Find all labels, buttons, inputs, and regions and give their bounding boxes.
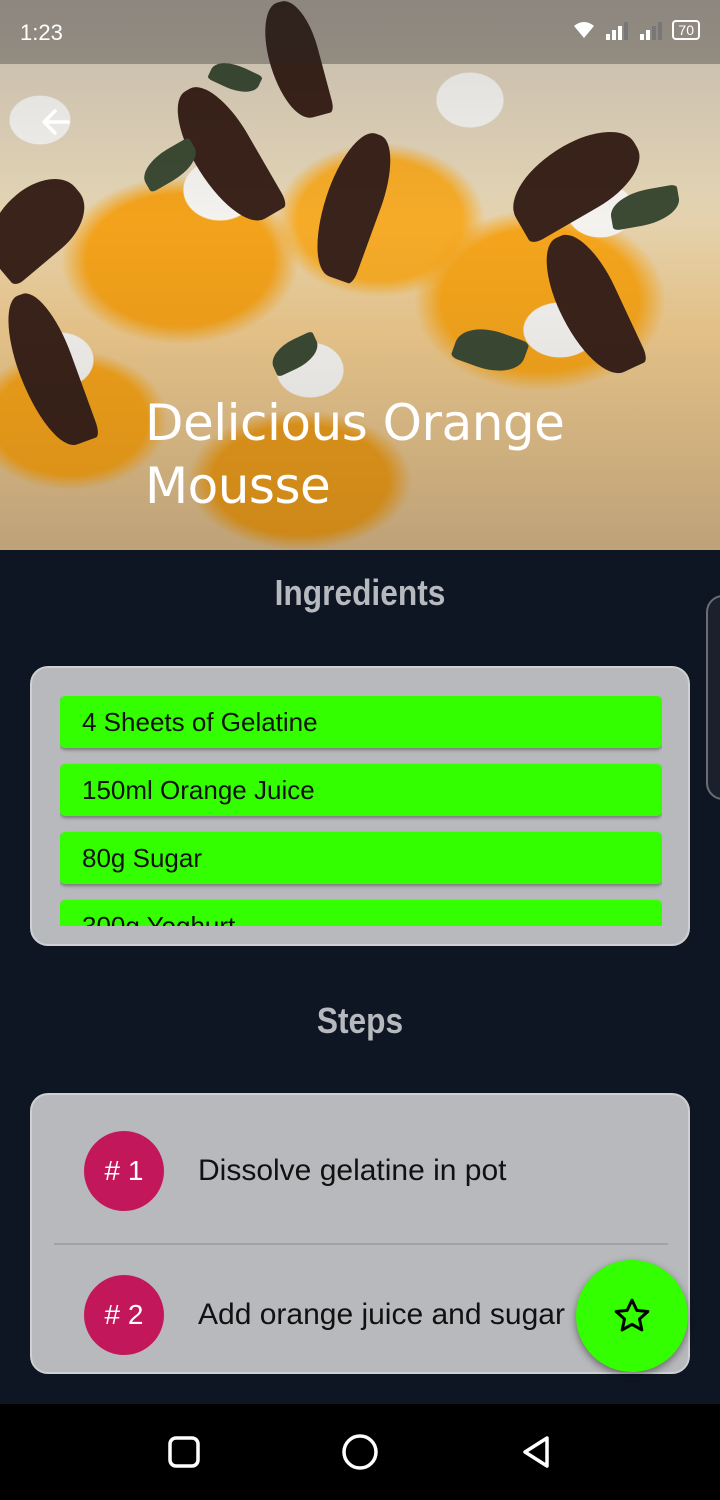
ingredient-item[interactable]: 80g Sugar [60, 832, 662, 884]
back-button[interactable] [30, 96, 82, 148]
ingredients-heading: Ingredients [274, 572, 446, 613]
wifi-icon [574, 22, 595, 38]
ingredient-item[interactable]: 150ml Orange Juice [60, 764, 662, 816]
star-outline-icon [614, 1298, 650, 1332]
steps-heading: Steps [316, 1000, 404, 1041]
recipe-title: Delicious Orange Mousse [145, 394, 565, 515]
ingredients-card: 4 Sheets of Gelatine 150ml Orange Juice … [30, 666, 690, 946]
status-icons: 70 [572, 20, 700, 40]
status-time: 1:23 [20, 20, 63, 45]
side-drawer-handle[interactable] [706, 595, 720, 800]
square-icon [168, 1436, 200, 1468]
signal-icon [606, 22, 629, 40]
step-row[interactable]: # 1 Dissolve gelatine in pot [32, 1095, 688, 1239]
recipe-hero-image: 1:23 70 Delicious Orange Mousse [0, 0, 720, 550]
arrow-left-icon [42, 109, 70, 135]
back-nav-button[interactable] [516, 1432, 556, 1472]
status-bar: 1:23 70 [0, 0, 720, 64]
step-text: Dissolve gelatine in pot [198, 1154, 507, 1187]
step-text: Add orange juice and sugar [198, 1298, 565, 1331]
recents-button[interactable] [164, 1432, 204, 1472]
triangle-back-icon [523, 1436, 549, 1468]
step-number-badge: # 2 [84, 1275, 164, 1355]
favorite-button[interactable] [576, 1260, 688, 1372]
battery-indicator: 70 [672, 20, 700, 40]
ingredients-list[interactable]: 4 Sheets of Gelatine 150ml Orange Juice … [60, 696, 662, 926]
recipe-detail-screen: 1:23 70 Delicious Orange Mousse Ingredie… [0, 0, 720, 1500]
signal-icon [640, 22, 663, 40]
step-number-badge: # 1 [84, 1131, 164, 1211]
system-navigation-bar [0, 1404, 720, 1500]
circle-icon [342, 1434, 378, 1470]
home-button[interactable] [340, 1432, 380, 1472]
ingredient-item[interactable]: 4 Sheets of Gelatine [60, 696, 662, 748]
ingredient-item[interactable]: 300g Yoghurt [60, 900, 662, 926]
